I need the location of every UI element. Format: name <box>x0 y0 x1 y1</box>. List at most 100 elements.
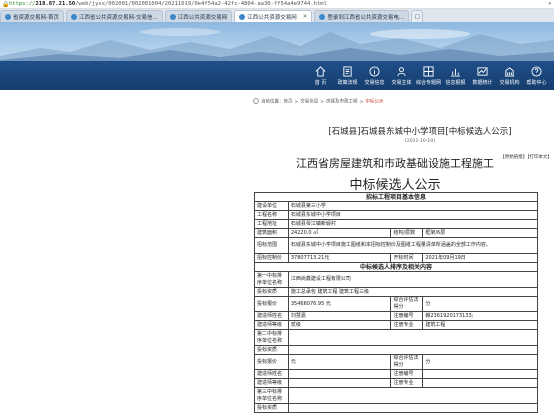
table-cell-value: 24220.0 ㎡ <box>287 228 392 238</box>
table-cell-label: 综合评估法得分 <box>390 354 424 370</box>
table-cell-label: 招标范围 <box>254 237 289 254</box>
address-bar[interactable]: 🔒 https://218.87.21.50/web/jyxx/002001/0… <box>0 0 554 9</box>
bid-info-table: 招标工程项目基本信息 建设单位 石城县第三小学 工程名称 石城县东城中小学项目 工程… <box>254 192 539 413</box>
breadcrumb: 当前位置：首页 > 交易信息 > 房建及市政工程 > 中标公示 <box>253 98 383 105</box>
publish-date: [2021-10-19] <box>405 139 435 144</box>
table-cell-value <box>422 378 538 388</box>
table-cell-value <box>287 403 539 413</box>
table-cell-label: 开标时间 <box>390 253 424 263</box>
table-cell-label: 投标报价 <box>254 354 289 370</box>
page-title: [石城县]石城县东城中小学项目[中标候选人公示] <box>328 127 512 137</box>
table-cell-value: 建筑工程 <box>422 320 538 330</box>
table-cell-value: 石城县第三小学 <box>287 201 539 211</box>
table-cell-label: 第一中标排序单位名称 <box>254 271 289 288</box>
breadcrumb-trade-info[interactable]: 交易信息 <box>300 100 318 105</box>
table-cell-value: 分 <box>422 296 538 312</box>
tab-strip: 省资源交易网-首页 江西省公共资源交易网-交易信... 江西公共资源交易网 江西… <box>0 9 554 22</box>
table-cell-label: 投标资质 <box>254 345 289 355</box>
url-text[interactable]: https://218.87.21.50/web/jyxx/002001/002… <box>9 1 327 7</box>
table-cell-value <box>287 345 539 355</box>
breadcrumb-current: 中标公示 <box>365 99 384 105</box>
table-cell-value: 分 <box>422 354 538 370</box>
page-icon <box>239 13 246 20</box>
table-cell-label: 建造师等级 <box>254 320 289 330</box>
table-cell-value: 石城县东城中小学项目 <box>287 210 539 220</box>
help-icon <box>531 65 542 77</box>
table-cell-value: 框架/6层 <box>422 228 538 238</box>
page-icon <box>71 13 77 20</box>
table-cell-label: 招标控制价 <box>254 253 289 263</box>
table-cell-label: 结构/层数 <box>390 228 424 238</box>
breadcrumb-home[interactable]: 首页 <box>284 100 293 105</box>
nav-topic[interactable]: 综合专题网 <box>415 63 442 88</box>
nav-agency[interactable]: 交易机构 <box>496 63 523 88</box>
table-cell-label: 第三中标排序单位名称 <box>254 387 289 404</box>
table-cell-value: 2021年09月19日 <box>422 253 538 263</box>
table-cell-value: 施工总承包 建筑工程 建筑工程三级 <box>287 287 539 297</box>
table-cell-value <box>287 378 392 388</box>
table-cell-value <box>287 329 539 346</box>
table-cell-label: 建造师姓名 <box>254 311 289 321</box>
section-header: 招标工程项目基本信息 <box>254 192 538 202</box>
table-cell-label: 综合评估法得分 <box>390 296 424 312</box>
section-header: 中标候选人排序及相关内容 <box>254 262 538 272</box>
tab-1[interactable]: 省资源交易网-首页 <box>0 10 64 22</box>
new-tab-button[interactable]: ▢ <box>411 10 424 22</box>
table-cell-label: 注册专业 <box>390 378 424 388</box>
stats-icon <box>477 66 488 76</box>
breadcrumb-category[interactable]: 房建及市政工程 <box>326 100 358 105</box>
table-cell-value: 贰级 <box>287 320 392 330</box>
nav-report[interactable]: 信息报报 <box>442 63 469 88</box>
table-cell-value: 石城县琴江镇新塅村 <box>287 219 539 229</box>
table-cell-label: 投标资质 <box>254 403 289 413</box>
tab-3[interactable]: 江西公共资源交易网 <box>164 10 233 22</box>
table-cell-value: 江西尚鑫建设工程有限公司 <box>287 271 539 288</box>
mountain-illustration <box>0 28 554 62</box>
main-nav: 首 页 政策法规 交易信息 交易主体 综合专题网 信息报报 数据统计 交易机构 … <box>0 61 554 90</box>
page-icon <box>5 13 11 20</box>
new-tab-icon: ▢ <box>414 13 420 20</box>
table-cell-label: 建造师姓名 <box>254 369 289 379</box>
nav-policy[interactable]: 政策法规 <box>334 63 361 88</box>
table-cell-label: 建设单位 <box>254 201 289 211</box>
home-icon <box>315 65 326 77</box>
table-cell-value: 元 <box>287 354 392 370</box>
table-cell-label: 投标报价 <box>254 296 289 312</box>
table-cell-label: 建造师等级 <box>254 378 289 388</box>
table-cell-value: 37807713.21元 <box>287 253 392 263</box>
table-cell-label: 注册专业 <box>390 320 424 330</box>
table-cell-value: 刘慧嘉 <box>287 311 392 321</box>
table-cell-value: 35466076.95 元 <box>287 296 392 312</box>
close-icon[interactable]: ✕ <box>303 14 308 20</box>
table-cell-label: 注册编号 <box>390 369 424 379</box>
table-cell-label: 注册编号 <box>390 311 424 321</box>
page-icon <box>169 13 176 20</box>
tab-4-active[interactable]: 江西公共资源交易网 ✕ <box>234 10 313 22</box>
lock-icon: 🔒 <box>2 0 10 8</box>
document-icon <box>343 65 352 77</box>
table-cell-label: 建筑面积 <box>254 228 289 238</box>
grid-icon <box>423 65 434 77</box>
dropdown-caret-icon[interactable]: ▾ <box>548 1 551 7</box>
table-cell-label: 第二中标排序单位名称 <box>254 329 289 346</box>
building-icon <box>504 66 515 77</box>
nav-home[interactable]: 首 页 <box>307 63 334 88</box>
people-icon <box>397 66 406 76</box>
table-cell-label: 投标资质 <box>254 287 289 297</box>
table-cell-value <box>422 369 538 379</box>
chart-icon <box>450 68 461 77</box>
table-cell-value: 石城县东城中小学项目施工图纸和本招标控制价及图纸工程量清单所涵盖的全部工作内容。 <box>287 237 539 254</box>
location-icon <box>253 98 259 104</box>
table-cell-value <box>287 387 539 404</box>
nav-help[interactable]: 帮助中心 <box>523 63 550 88</box>
table-cell-value <box>287 369 392 379</box>
nav-trade-info[interactable]: 交易信息 <box>361 63 388 88</box>
table-cell-label: 工程地址 <box>254 219 289 229</box>
doc-heading: 江西省房屋建筑和市政基础设施工程施工 <box>296 157 494 170</box>
nav-trade-subject[interactable]: 交易主体 <box>388 63 415 88</box>
nav-stats[interactable]: 数据统计 <box>469 63 496 88</box>
tab-5[interactable]: 登录到江西省公共资源交易电... <box>314 10 410 22</box>
page-icon <box>319 13 326 20</box>
tab-2[interactable]: 江西省公共资源交易网-交易信... <box>66 10 163 22</box>
info-icon <box>369 65 380 77</box>
